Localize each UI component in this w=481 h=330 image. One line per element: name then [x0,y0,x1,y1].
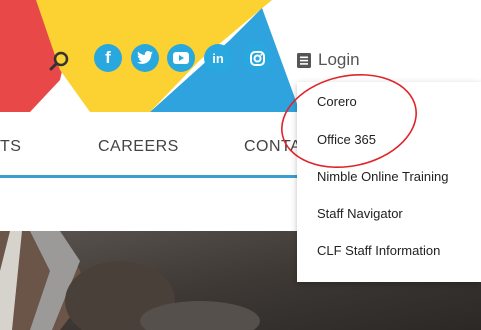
nav-item-partial[interactable]: TS [0,138,21,156]
menu-item-staff-navigator[interactable]: Staff Navigator [317,206,403,221]
nav-item-contact[interactable]: CONTA [244,138,301,156]
twitter-icon[interactable] [131,44,159,72]
menu-item-office-365[interactable]: Office 365 [317,132,376,147]
login-dropdown: Corero Office 365 Nimble Online Training… [297,82,481,282]
instagram-icon[interactable] [243,44,271,72]
search-icon[interactable] [49,50,71,72]
linkedin-icon[interactable]: in [204,44,232,72]
menu-item-clf-staff-information[interactable]: CLF Staff Information [317,243,440,258]
facebook-icon[interactable]: f [94,44,122,72]
youtube-icon[interactable] [167,44,195,72]
linkedin-glyph: in [212,50,224,66]
menu-item-corero[interactable]: Corero [317,94,357,109]
facebook-glyph: f [105,48,111,67]
menu-item-nimble-online-training[interactable]: Nimble Online Training [317,169,449,184]
document-icon [297,52,311,68]
login-button[interactable]: Login [297,48,360,72]
nav-item-careers[interactable]: CAREERS [98,138,179,156]
login-label: Login [318,50,360,69]
